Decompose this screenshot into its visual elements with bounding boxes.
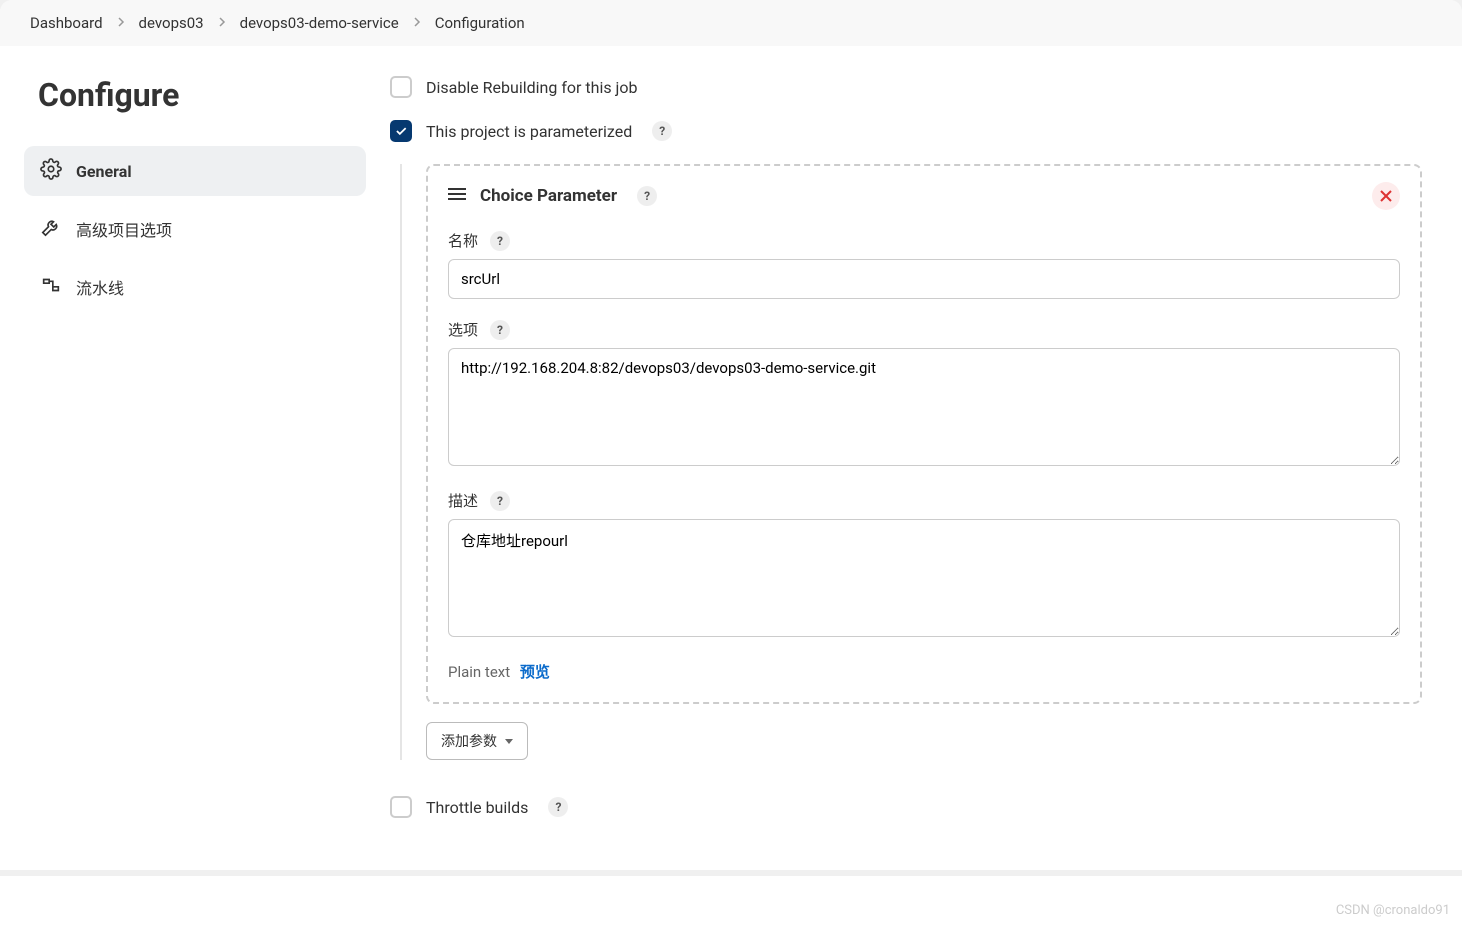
help-icon[interactable]: ? (490, 491, 510, 511)
breadcrumb-service[interactable]: devops03-demo-service (240, 14, 399, 32)
help-icon[interactable]: ? (490, 231, 510, 251)
sidebar-item-label: General (76, 162, 132, 181)
help-icon[interactable]: ? (548, 797, 568, 817)
configure-sidebar: Configure General 高级项目选项 (0, 46, 390, 870)
throttle-label: Throttle builds (426, 798, 528, 817)
help-icon[interactable]: ? (637, 186, 657, 206)
drag-handle-icon[interactable] (448, 187, 466, 205)
pipeline-icon (40, 274, 62, 300)
breadcrumb-configuration[interactable]: Configuration (435, 14, 525, 32)
breadcrumb-dashboard[interactable]: Dashboard (30, 14, 103, 32)
disable-rebuild-row: Disable Rebuilding for this job (390, 76, 1422, 98)
param-name-input[interactable] (448, 259, 1400, 299)
sidebar-item-pipeline[interactable]: 流水线 (24, 262, 366, 312)
remove-parameter-button[interactable] (1372, 182, 1400, 210)
plain-text-label: Plain text (448, 663, 510, 681)
description-preview-row: Plain text 预览 (448, 661, 1400, 682)
param-desc-input[interactable] (448, 519, 1400, 637)
disable-rebuild-checkbox[interactable] (390, 76, 412, 98)
preview-link[interactable]: 预览 (520, 663, 550, 681)
breadcrumb: Dashboard devops03 devops03-demo-service… (0, 0, 1462, 46)
parameterized-row: This project is parameterized ? (390, 120, 1422, 142)
parameterized-label: This project is parameterized (426, 122, 632, 141)
throttle-checkbox[interactable] (390, 796, 412, 818)
help-icon[interactable]: ? (490, 320, 510, 340)
sidebar-item-label: 高级项目选项 (76, 217, 172, 241)
watermark: CSDN @cronaldo91 (1336, 903, 1450, 918)
page-title: Configure (24, 76, 366, 114)
parameterized-checkbox[interactable] (390, 120, 412, 142)
param-desc-label: 描述 (448, 490, 478, 511)
parameter-type-title: Choice Parameter (480, 186, 617, 206)
choice-parameter-card: Choice Parameter ? 名称 ? (426, 164, 1422, 704)
breadcrumb-project[interactable]: devops03 (139, 14, 204, 32)
chevron-right-icon (117, 14, 125, 32)
add-parameter-label: 添加参数 (441, 731, 497, 751)
throttle-row: Throttle builds ? (390, 796, 1422, 818)
section-bar (400, 164, 402, 760)
param-choices-input[interactable] (448, 348, 1400, 466)
sidebar-item-label: 流水线 (76, 275, 124, 299)
add-parameter-button[interactable]: 添加参数 (426, 722, 528, 760)
help-icon[interactable]: ? (652, 121, 672, 141)
sidebar-item-general[interactable]: General (24, 146, 366, 196)
configure-form: Disable Rebuilding for this job This pro… (390, 46, 1462, 870)
disable-rebuild-label: Disable Rebuilding for this job (426, 78, 638, 97)
param-choices-label: 选项 (448, 319, 478, 340)
chevron-right-icon (218, 14, 226, 32)
sidebar-item-advanced[interactable]: 高级项目选项 (24, 204, 366, 254)
chevron-down-icon (505, 739, 513, 744)
wrench-icon (40, 216, 62, 242)
chevron-right-icon (413, 14, 421, 32)
param-name-label: 名称 (448, 230, 478, 251)
gear-icon (40, 158, 62, 184)
